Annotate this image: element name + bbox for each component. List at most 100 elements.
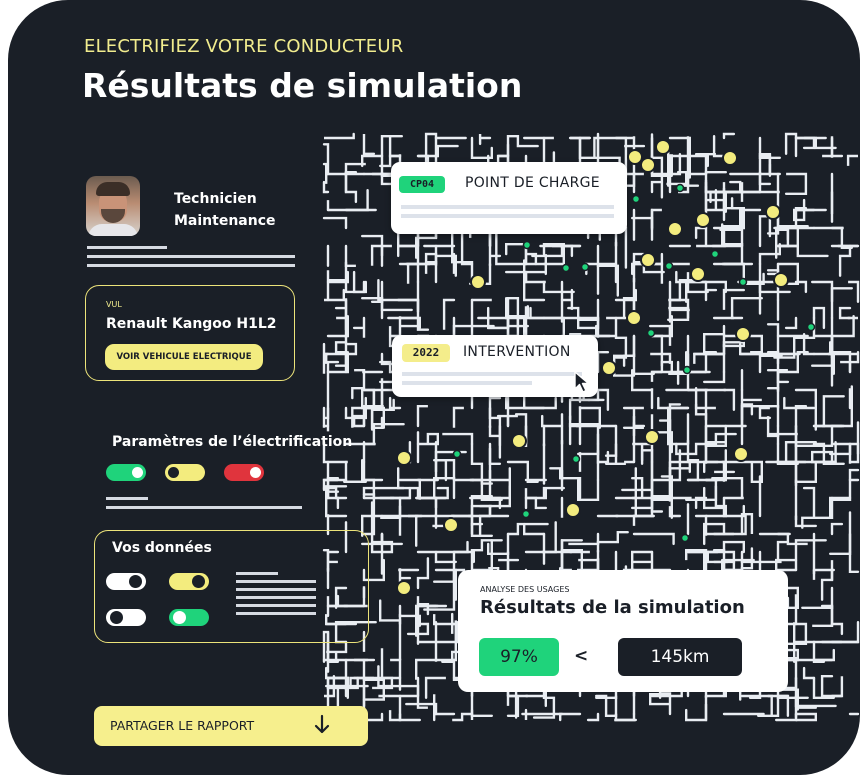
arrow-down-icon <box>314 714 330 734</box>
maze-path <box>344 244 356 267</box>
maze-path <box>478 134 492 146</box>
driver-role-line1: Technicien <box>174 191 257 207</box>
maze-path <box>794 388 817 431</box>
map-poi-yellow <box>511 433 527 449</box>
maze-path <box>812 395 845 428</box>
maze-path <box>586 712 600 722</box>
data-placeholder-line <box>236 604 316 607</box>
maze-path <box>596 531 629 554</box>
maze-path <box>650 262 664 284</box>
maze-path <box>685 704 708 722</box>
maze-path <box>398 486 412 500</box>
maze-path <box>838 306 852 320</box>
view-electric-vehicle-button[interactable]: VOIR VEHICULE ELECTRIQUE <box>105 344 263 370</box>
maze-path <box>488 442 502 465</box>
maze-path <box>758 172 772 186</box>
maze-path <box>380 244 392 267</box>
parameter-toggle-yellow[interactable] <box>165 464 205 481</box>
maze-path <box>542 280 575 294</box>
maze-path <box>524 521 557 554</box>
map-poi-yellow <box>565 502 581 518</box>
charge-point-card[interactable] <box>391 162 627 234</box>
data-toggle-green-off[interactable] <box>169 609 209 626</box>
map-poi-yellow <box>396 580 412 596</box>
maze-path <box>377 279 420 302</box>
maze-path <box>322 162 348 184</box>
charge-point-tag: CP04 <box>399 176 445 193</box>
maze-path <box>722 388 736 411</box>
maze-path <box>722 288 745 310</box>
vehicle-category: VUL <box>106 300 122 309</box>
driver-role-line2: Maintenance <box>174 213 276 229</box>
maze-path <box>784 132 798 158</box>
data-toggle-white-on[interactable] <box>106 573 146 590</box>
maze-path <box>416 540 469 554</box>
data-toggle-yellow-on[interactable] <box>169 573 209 590</box>
maze-path <box>820 568 834 601</box>
maze-path <box>380 135 403 158</box>
map-poi-yellow <box>396 450 412 466</box>
maze-path <box>640 449 654 482</box>
maze-path <box>362 486 405 500</box>
maze-path <box>802 486 816 518</box>
driver-role: Technicien Maintenance <box>174 188 314 232</box>
map-poi-green <box>452 449 462 459</box>
maze-path <box>415 514 438 547</box>
map-poi-green <box>646 328 656 338</box>
maze-path <box>758 164 772 176</box>
maze-path <box>722 132 736 140</box>
map-poi-yellow <box>640 157 656 173</box>
parameter-toggle-red[interactable] <box>224 464 264 481</box>
data-toggle-white-off[interactable] <box>106 609 146 626</box>
maze-path <box>694 403 708 446</box>
maze-path <box>452 712 474 722</box>
results-comparator: < <box>574 646 589 666</box>
maze-path <box>397 467 420 500</box>
maze-path <box>776 244 829 258</box>
intervention-tag: 2022 <box>402 344 450 362</box>
maze-path <box>326 360 340 374</box>
maze-path <box>848 468 860 482</box>
maze-path <box>694 226 708 240</box>
map-poi-green <box>561 263 571 273</box>
data-placeholder-line <box>236 588 316 591</box>
maze-path <box>406 262 420 284</box>
maze-path <box>442 432 474 446</box>
maze-path <box>488 424 502 446</box>
maze-path <box>722 540 745 554</box>
maze-path <box>766 323 780 356</box>
maze-path <box>488 467 511 500</box>
results-kicker: ANALYSE DES USAGES <box>480 585 570 594</box>
maze-path <box>324 132 355 140</box>
map-poi-yellow <box>470 274 486 290</box>
map-poi-green <box>521 509 531 519</box>
maze-path <box>344 172 358 204</box>
map-poi-green <box>571 454 581 464</box>
maze-path <box>802 136 816 150</box>
map-poi-yellow <box>443 517 459 533</box>
maze-path <box>388 396 402 410</box>
maze-path <box>416 486 449 500</box>
maze-path <box>812 306 826 330</box>
map-poi-yellow <box>601 360 617 376</box>
parameter-toggle-green[interactable] <box>106 464 146 481</box>
parameters-placeholder-line <box>106 497 148 500</box>
results-percent-badge: 97% <box>479 638 559 676</box>
maze-path <box>829 532 852 555</box>
map-poi-green <box>522 240 532 250</box>
intervention-placeholder-line <box>402 381 532 385</box>
data-placeholder-line <box>236 612 316 615</box>
maze-path <box>848 280 860 303</box>
maze-path <box>650 334 664 367</box>
intervention-placeholder-line <box>402 372 582 376</box>
maze-path <box>452 406 464 428</box>
maze-path <box>362 134 376 155</box>
maze-path <box>322 216 348 230</box>
map-poi-yellow <box>765 204 781 220</box>
parameters-title: Paramètres de l’électrification <box>112 434 353 450</box>
map-poi-yellow <box>735 326 751 342</box>
maze-path <box>740 403 754 446</box>
maze-path <box>416 144 459 158</box>
maze-path <box>380 298 413 312</box>
maze-path <box>524 270 547 284</box>
